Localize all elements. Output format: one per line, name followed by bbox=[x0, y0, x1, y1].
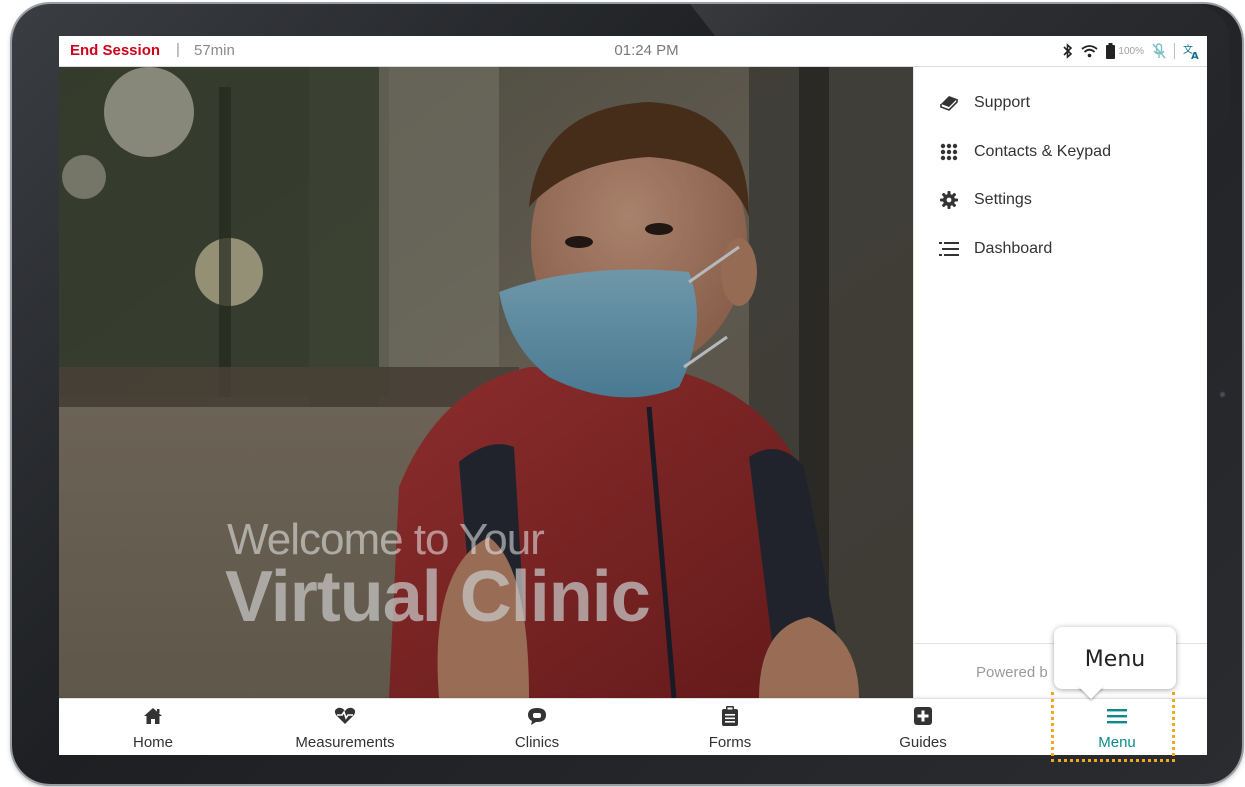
nav-label: Clinics bbox=[514, 734, 560, 751]
menu-item-label: Settings bbox=[974, 191, 1032, 208]
plus-square-icon bbox=[843, 705, 1003, 727]
welcome-hero: Welcome to Your Virtual Clinic bbox=[59, 67, 913, 698]
menu-item-dashboard[interactable]: Dashboard bbox=[938, 235, 1052, 263]
menu-highlight-box bbox=[1051, 692, 1175, 762]
menu-item-settings[interactable]: Settings bbox=[938, 186, 1032, 214]
nav-label: Guides bbox=[899, 734, 947, 751]
chat-icon bbox=[457, 705, 617, 727]
menu-item-label: Contacts & Keypad bbox=[974, 143, 1111, 160]
nav-forms[interactable]: Forms bbox=[650, 705, 810, 751]
home-icon bbox=[73, 705, 233, 727]
clipboard-icon bbox=[650, 705, 810, 727]
session-duration: 57min bbox=[194, 42, 235, 59]
menu-tooltip: Menu bbox=[1054, 627, 1176, 689]
translate-icon[interactable]: 文A bbox=[1183, 43, 1201, 59]
nav-measurements[interactable]: Measurements bbox=[265, 705, 425, 751]
side-menu-panel: Support Contacts & Keypad Settings Dashb… bbox=[913, 67, 1207, 698]
status-separator: | bbox=[176, 41, 180, 58]
powered-by-text: Powered b bbox=[976, 664, 1048, 681]
nav-clinics[interactable]: Clinics bbox=[457, 705, 617, 751]
tooltip-arrow bbox=[1078, 686, 1104, 699]
keypad-icon bbox=[938, 141, 960, 163]
welcome-heading-line2: Virtual Clinic bbox=[225, 557, 651, 637]
dashboard-icon bbox=[938, 238, 960, 260]
bluetooth-icon bbox=[1063, 43, 1073, 59]
menu-item-label: Support bbox=[974, 94, 1031, 111]
battery-percent: 100% bbox=[1118, 45, 1144, 57]
wifi-icon bbox=[1081, 45, 1098, 58]
status-bar: End Session | 57min 01:24 PM 100% 文A bbox=[59, 36, 1207, 67]
nav-label: Forms bbox=[708, 734, 752, 751]
clock: 01:24 PM bbox=[614, 42, 679, 59]
tablet-screen: End Session | 57min 01:24 PM 100% 文A Wel… bbox=[59, 36, 1207, 755]
camera-dot bbox=[1219, 391, 1226, 398]
nav-label: Measurements bbox=[295, 734, 395, 751]
system-icons: 100% 文A bbox=[1063, 40, 1201, 62]
menu-item-label: Dashboard bbox=[974, 240, 1053, 257]
menu-item-contacts-keypad[interactable]: Contacts & Keypad bbox=[938, 138, 1111, 166]
bottom-nav-bar: Home Measurements Clinics Forms Guides M… bbox=[59, 698, 1207, 755]
nav-home[interactable]: Home bbox=[73, 705, 233, 751]
status-divider bbox=[1174, 43, 1175, 59]
support-icon bbox=[938, 92, 960, 114]
heart-pulse-icon bbox=[265, 705, 425, 727]
gear-icon bbox=[938, 189, 960, 211]
nav-guides[interactable]: Guides bbox=[843, 705, 1003, 751]
nav-label: Home bbox=[132, 734, 173, 751]
svg-text:A: A bbox=[1191, 51, 1199, 59]
battery-icon bbox=[1106, 43, 1116, 59]
menu-item-support[interactable]: Support bbox=[938, 89, 1030, 117]
end-session-button[interactable]: End Session bbox=[70, 42, 160, 59]
mic-muted-icon[interactable] bbox=[1152, 43, 1166, 59]
